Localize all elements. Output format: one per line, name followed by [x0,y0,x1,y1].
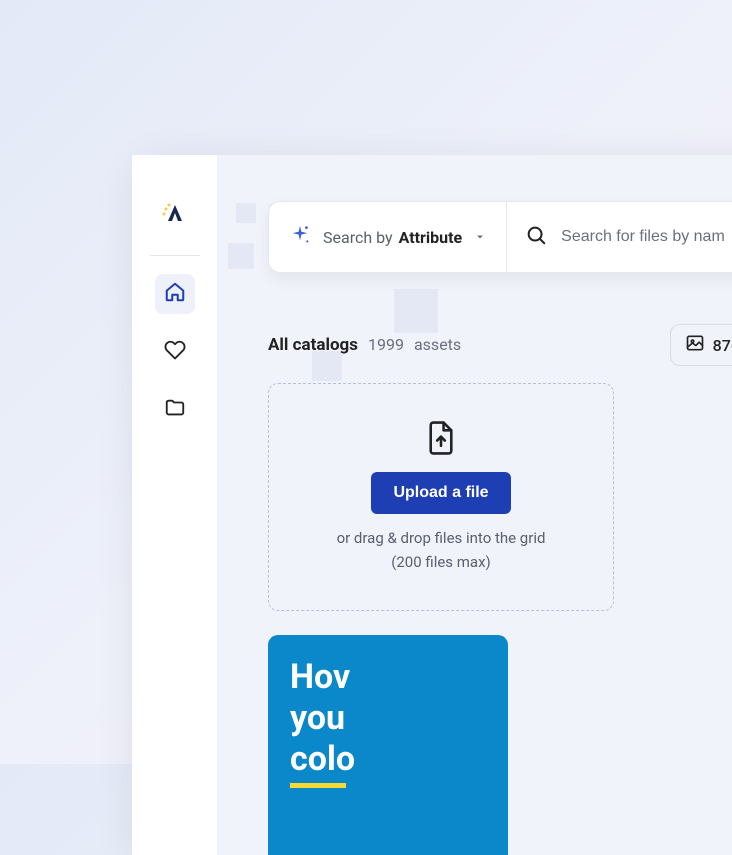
search-by-value: Attribute [399,228,463,247]
main-content: Search by Attribute All catalogs 1999 as… [218,155,732,855]
upload-help-text: or drag & drop files into the grid (200 … [337,526,546,574]
search-icon [525,224,547,250]
filter-chip-images[interactable]: 876 [670,324,732,366]
asset-thumbnail: Hov you colo [268,635,508,855]
chevron-down-icon [474,228,486,247]
asset-count: 1999 [368,335,404,354]
upload-button[interactable]: Upload a file [371,472,510,514]
sidebar [132,155,218,855]
image-icon [685,333,705,357]
content-header: All catalogs 1999 assets 876 3 [268,324,732,366]
app-logo [160,199,190,229]
folder-icon [164,397,186,423]
sparkle-icon [289,224,311,250]
search-bar: Search by Attribute [268,201,732,273]
decoration [228,243,254,269]
heart-icon [164,339,186,365]
nav-folders[interactable] [155,390,195,430]
underline-decoration [290,783,346,788]
catalog-title: All catalogs [268,335,358,355]
nav-favorites[interactable] [155,332,195,372]
asset-grid: Upload a file or drag & drop files into … [268,383,732,855]
search-by-dropdown[interactable]: Search by Attribute [269,202,507,272]
asset-count-label: assets [414,335,461,354]
filter-chips: 876 3 [670,324,732,366]
breadcrumb: All catalogs 1999 assets [268,335,461,355]
search-by-label: Search by [323,228,393,247]
upload-dropzone[interactable]: Upload a file or drag & drop files into … [268,383,614,611]
file-upload-icon [425,420,457,460]
search-input[interactable] [561,228,732,246]
nav-home[interactable] [155,274,195,314]
sidebar-divider [150,255,200,256]
decoration [236,203,256,223]
app-window: Search by Attribute All catalogs 1999 as… [132,155,732,855]
home-icon [164,281,186,307]
asset-card[interactable]: Hov you colo Very_ver JPG [268,635,508,855]
chip-images-count: 876 [713,336,732,355]
search-input-wrapper [507,224,732,250]
